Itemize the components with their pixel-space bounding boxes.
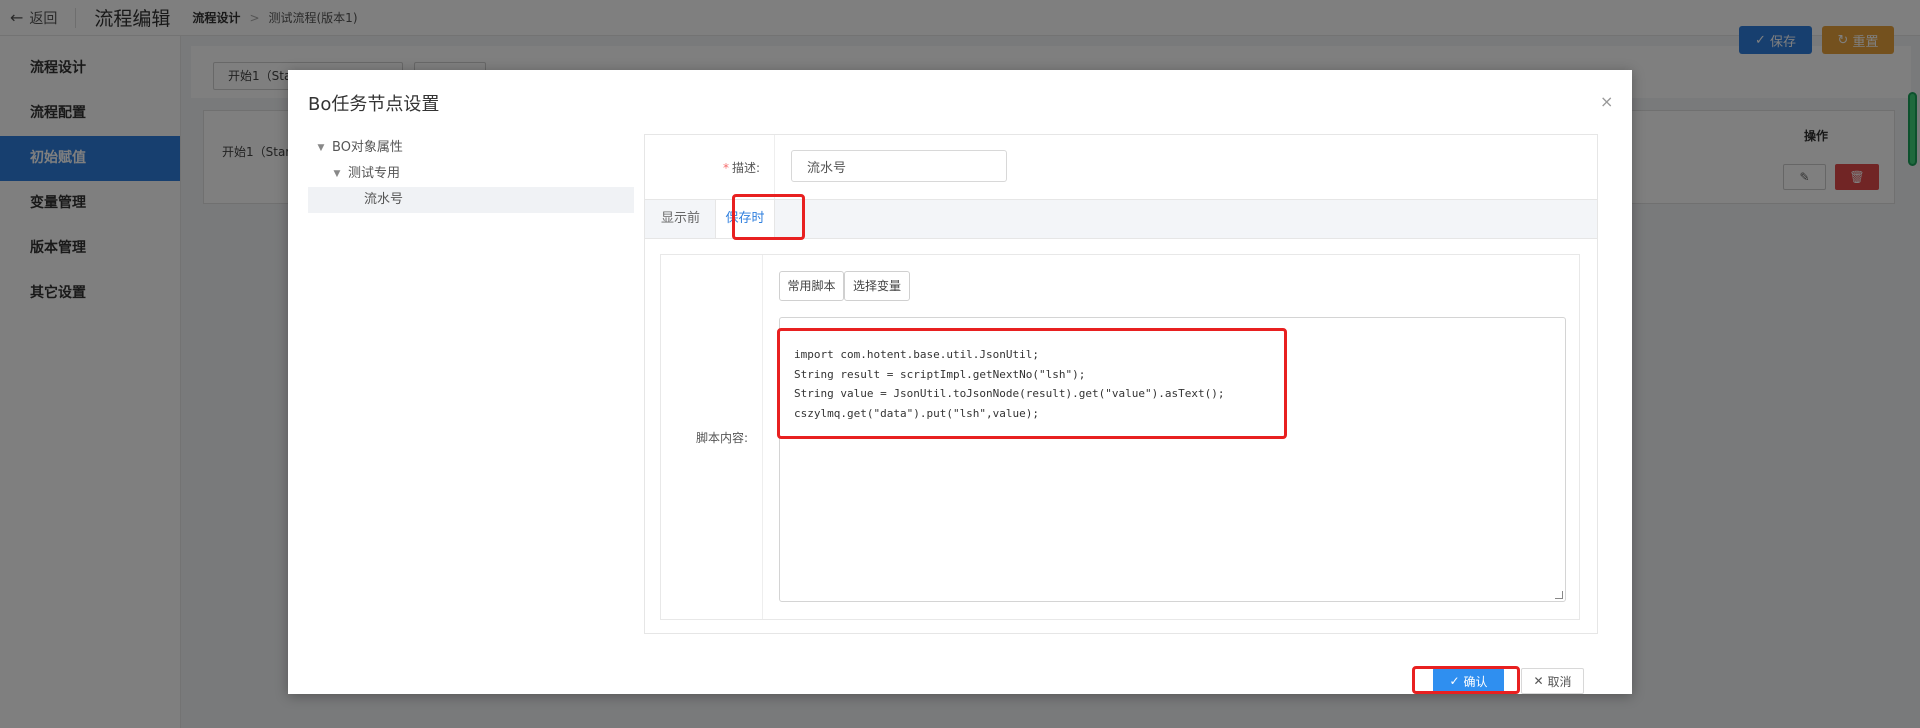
code-line: String value = JsonUtil.toJsonNode(resul… <box>794 387 1225 400</box>
tab-on-save[interactable]: 保存时 <box>715 200 775 238</box>
code-line: import com.hotent.base.util.JsonUtil; <box>794 348 1040 361</box>
common-script-button[interactable]: 常用脚本 <box>779 271 844 301</box>
bo-tree: ▼ BO对象属性 ▼ 测试专用 流水号 <box>308 135 634 213</box>
caret-down-icon[interactable]: ▼ <box>314 135 328 161</box>
script-label-cell: 脚本内容: <box>661 255 763 619</box>
bo-task-node-dialog: Bo任务节点设置 × ▼ BO对象属性 ▼ 测试专用 流水号 *描述: 显示前 … <box>288 70 1632 694</box>
dialog-title: Bo任务节点设置 <box>308 94 440 115</box>
close-icon: ✕ <box>1533 674 1544 688</box>
confirm-button[interactable]: ✓ 确认 <box>1433 668 1504 694</box>
script-tabs: 显示前 保存时 <box>645 199 1597 239</box>
tree-node-label: BO对象属性 <box>332 140 403 155</box>
description-label-text: 描述: <box>731 161 760 175</box>
script-content-label: 脚本内容: <box>695 431 748 445</box>
cancel-button[interactable]: ✕ 取消 <box>1521 668 1584 694</box>
check-icon: ✓ <box>1449 674 1460 688</box>
description-label: * 描述: <box>723 159 760 176</box>
tree-node-bo-attributes[interactable]: ▼ BO对象属性 <box>308 135 634 161</box>
description-input[interactable] <box>791 150 1007 182</box>
tree-node-serial-number[interactable]: 流水号 <box>308 187 634 213</box>
confirm-label: 确认 <box>1463 674 1488 689</box>
code-line: cszylmq.get("data").put("lsh",value); <box>794 406 1040 420</box>
script-textarea[interactable]: import com.hotent.base.util.JsonUtil; St… <box>779 317 1566 602</box>
close-icon[interactable]: × <box>1600 92 1613 111</box>
required-asterisk: * <box>722 161 729 175</box>
tab-before-display[interactable]: 显示前 <box>661 200 700 238</box>
node-settings-panel: *描述: 显示前 保存时 脚本内容: 常用脚本 选择变量 import com.… <box>644 134 1598 634</box>
tree-node-label: 流水号 <box>364 192 404 207</box>
script-form: 脚本内容: 常用脚本 选择变量 import com.hotent.base.u… <box>660 254 1580 620</box>
code-line: String result = scriptImpl.getNextNo("ls… <box>794 367 1086 381</box>
resize-handle[interactable] <box>1555 591 1563 599</box>
tree-node-test-dedicated[interactable]: ▼ 测试专用 <box>308 161 634 187</box>
description-label-cell: * 描述: <box>645 135 775 199</box>
cancel-label: 取消 <box>1547 674 1572 689</box>
tree-node-label: 测试专用 <box>348 166 401 181</box>
caret-down-icon[interactable]: ▼ <box>330 161 344 187</box>
select-variable-button[interactable]: 选择变量 <box>844 271 910 301</box>
